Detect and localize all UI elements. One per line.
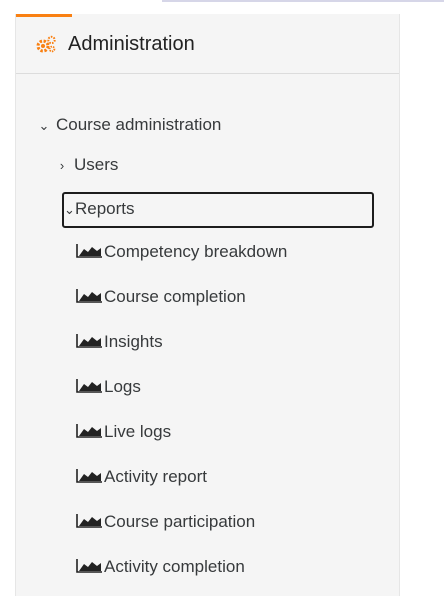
block-header: Administration: [16, 14, 399, 74]
report-item-label: Course completion: [104, 287, 246, 306]
report-item-label: Logs: [104, 377, 141, 396]
report-item[interactable]: Course participation: [76, 510, 255, 534]
report-item[interactable]: Competency breakdown: [76, 240, 287, 264]
tree-node-reports[interactable]: ⌄Reports: [64, 197, 135, 222]
report-item[interactable]: Activity report: [76, 465, 207, 489]
report-chart-icon: [76, 379, 102, 393]
report-item-label: Insights: [104, 332, 163, 351]
report-item-label: Live logs: [104, 422, 172, 441]
report-item-label: Activity completion: [104, 557, 245, 576]
report-item-label: Activity report: [104, 467, 207, 486]
report-item-label: Competency breakdown: [104, 242, 288, 261]
report-chart-icon: [76, 424, 102, 438]
chevron-down-icon: ⌄: [64, 202, 75, 217]
report-item[interactable]: Logs: [76, 375, 141, 399]
report-item-label: Course participation: [104, 512, 256, 531]
top-divider: [162, 0, 444, 2]
report-item[interactable]: Live logs: [76, 420, 171, 444]
chevron-down-icon: ⌄: [38, 118, 50, 133]
tree-node-course-administration[interactable]: ⌄ Course administration: [38, 113, 222, 138]
chevron-right-icon: ›: [59, 158, 65, 173]
gears-icon: [36, 35, 56, 53]
report-item[interactable]: Insights: [76, 330, 163, 354]
report-chart-icon: [76, 469, 102, 483]
report-chart-icon: [76, 289, 102, 303]
report-item[interactable]: Course completion: [76, 285, 246, 309]
report-chart-icon: [76, 334, 102, 348]
report-chart-icon: [76, 244, 102, 258]
administration-block: Administration ⌄ Course administration › U…: [15, 14, 400, 596]
block-title: Administration: [68, 33, 195, 55]
tree-node-label: Reports: [75, 199, 135, 218]
report-item[interactable]: Activity completion: [76, 555, 245, 579]
report-chart-icon: [76, 514, 102, 528]
tree-node-label: Users: [74, 155, 119, 174]
tree-node-users[interactable]: › Users: [56, 153, 119, 178]
tree-node-label: Course administration: [56, 115, 222, 134]
report-chart-icon: [76, 559, 102, 573]
